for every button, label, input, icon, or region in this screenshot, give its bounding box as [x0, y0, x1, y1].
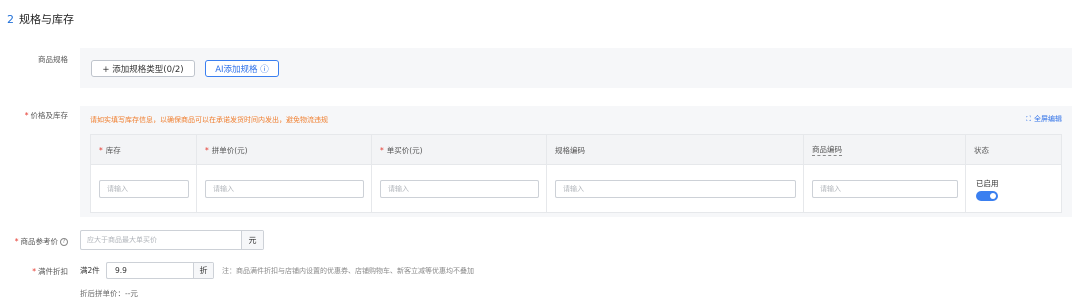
reference-price-field: 应大于商品最大单买价 元: [80, 230, 264, 250]
single-price-input[interactable]: 请输入: [380, 179, 539, 198]
help-icon[interactable]: ?: [60, 238, 68, 246]
table-cell: 请输入: [91, 165, 197, 212]
col-group-price: * 拼单价(元): [197, 135, 372, 165]
required-mark: *: [32, 267, 36, 276]
spec-code-input[interactable]: 请输入: [555, 179, 796, 198]
col-label: 单买价(元): [386, 145, 423, 155]
col-single-price: * 单买价(元): [372, 135, 547, 165]
fullscreen-edit-label: 全屏编辑: [1034, 115, 1062, 123]
spec-label: 商品规格: [0, 54, 68, 65]
discount-prefix: 满2件: [80, 266, 100, 275]
col-label: 商品编码: [812, 145, 842, 156]
required-mark: *: [99, 145, 103, 155]
table-cell: 已启用: [966, 165, 1063, 212]
section-title-text: 规格与库存: [19, 13, 74, 26]
section-title: 2 规格与库存: [7, 11, 74, 27]
col-label: 拼单价(元): [211, 145, 248, 155]
table-cell: 请输入: [804, 165, 966, 212]
discount-unit: 折: [193, 263, 213, 278]
required-mark: *: [205, 145, 209, 155]
stock-label-text: 价格及库存: [30, 111, 69, 120]
col-spec-code: 规格编码: [547, 135, 804, 165]
table-cell: 请输入: [372, 165, 547, 212]
stock-panel: 请如实填写库存信息，以确保商品可以在承诺发货时间内发出，避免物流违规 ⛶ 全屏编…: [80, 106, 1072, 217]
after-discount-price: 折后拼单价：--元: [80, 289, 138, 298]
stock-warning: 请如实填写库存信息，以确保商品可以在承诺发货时间内发出，避免物流违规: [90, 116, 328, 124]
stock-label: * 价格及库存: [0, 110, 68, 121]
table-cell: 请输入: [197, 165, 372, 212]
discount-field: 9.9 折: [106, 262, 214, 279]
sku-table: * 库存 * 拼单价(元) * 单买价(元) 规格编码 商品编码 状态 请输入 请输入…: [90, 134, 1062, 213]
product-code-input[interactable]: 请输入: [812, 179, 958, 198]
required-mark: *: [14, 237, 19, 246]
col-product-code: 商品编码: [804, 135, 966, 165]
col-status: 状态: [966, 135, 1063, 165]
required-mark: *: [380, 145, 384, 155]
reference-price-label: * 商品参考价?: [0, 236, 68, 247]
section-number: 2: [7, 13, 14, 26]
status-text: 已启用: [976, 179, 999, 188]
discount-label: * 满件折扣: [0, 266, 68, 277]
reference-price-input[interactable]: 应大于商品最大单买价: [81, 231, 241, 249]
status-toggle[interactable]: [976, 191, 998, 201]
col-label: 库存: [105, 145, 121, 155]
table-header: * 库存 * 拼单价(元) * 单买价(元) 规格编码 商品编码 状态: [91, 135, 1061, 165]
col-stock: * 库存: [91, 135, 197, 165]
ai-add-spec-button[interactable]: AI添加规格 ⓘ: [205, 60, 279, 77]
discount-note: 注：商品满件折扣与店铺内设置的优惠券、店铺购物车、新客立减等优惠均不叠加: [222, 267, 474, 275]
fullscreen-edit-link[interactable]: ⛶ 全屏编辑: [1026, 114, 1062, 124]
discount-input[interactable]: 9.9: [107, 263, 193, 278]
spec-panel: + 添加规格类型(0/2) AI添加规格 ⓘ: [80, 48, 1072, 88]
expand-icon: ⛶: [1026, 114, 1031, 123]
add-spec-type-button[interactable]: + 添加规格类型(0/2): [91, 60, 195, 77]
table-cell: 请输入: [547, 165, 804, 212]
group-price-input[interactable]: 请输入: [205, 179, 364, 198]
reference-price-unit: 元: [241, 231, 263, 249]
reference-price-label-text: 商品参考价: [20, 237, 59, 246]
discount-label-text: 满件折扣: [38, 267, 68, 276]
col-label: 规格编码: [555, 145, 585, 155]
required-mark: *: [24, 111, 29, 120]
col-label: 状态: [974, 145, 989, 155]
spec-label-text: 商品规格: [38, 55, 68, 64]
stock-input[interactable]: 请输入: [99, 179, 189, 198]
